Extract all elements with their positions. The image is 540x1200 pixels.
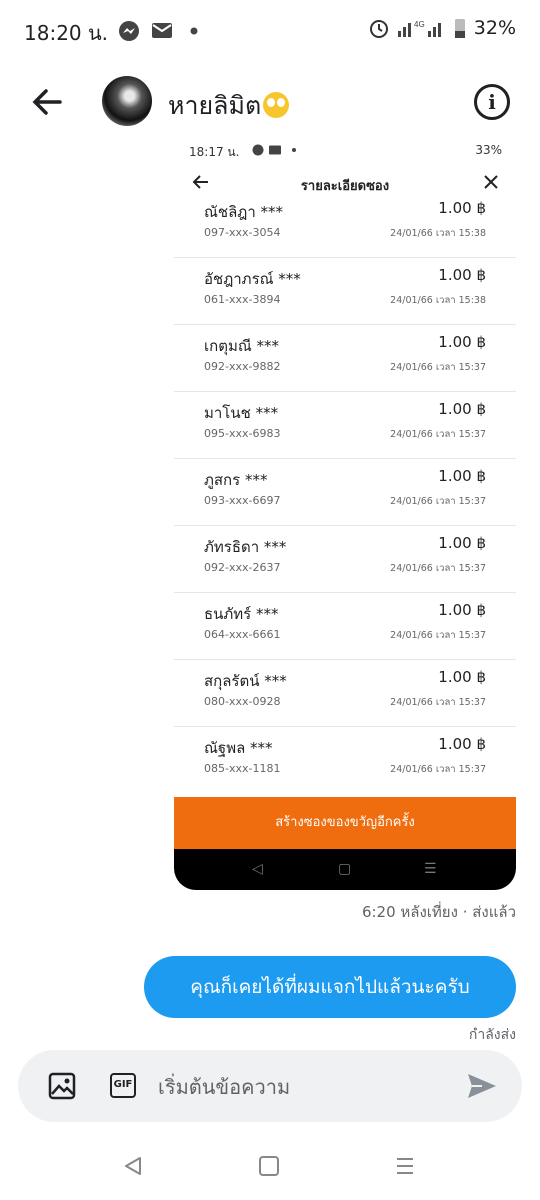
transaction-row: ณัชลิฎา *** 1.00 ฿ 097-xxx-3054 24/01/66… — [174, 197, 516, 258]
tx-phone: 085-xxx-1181 — [204, 762, 281, 775]
alarm-icon — [369, 20, 388, 38]
shot-title: รายละเอียดซอง — [300, 179, 390, 194]
shot-status-time: 18:17 น. — [189, 145, 240, 159]
tx-amount: 1.00 ฿ — [438, 534, 486, 552]
transaction-row: มาโนช *** 1.00 ฿ 095-xxx-6983 24/01/66 เ… — [174, 392, 516, 459]
transaction-row: เกตุมณี *** 1.00 ฿ 092-xxx-9882 24/01/66… — [174, 325, 516, 392]
tx-name: ภูสกร *** — [204, 471, 268, 489]
tx-amount: 1.00 ฿ — [438, 668, 486, 686]
message-timestamp: 6:20 หลังเที่ยง · ส่งแล้ว — [361, 903, 516, 921]
shot-battery: 33% — [475, 143, 502, 157]
tx-phone: 092-xxx-2637 — [204, 561, 281, 574]
emoji-face-icon — [263, 92, 290, 118]
shot-nav-back-icon: ◁ — [252, 861, 263, 877]
transaction-row: ภูสกร *** 1.00 ฿ 093-xxx-6697 24/01/66 เ… — [174, 459, 516, 526]
network-label: 4G — [414, 20, 425, 29]
image-message[interactable]: 18:17 น. 33% รายละเอียดซอง ณัชลิฎา *** 1… — [174, 135, 516, 890]
tx-amount: 1.00 ฿ — [438, 467, 486, 485]
contact-name[interactable]: หายลิมิต — [168, 86, 290, 126]
send-icon[interactable] — [466, 1070, 498, 1102]
tx-phone: 061-xxx-3894 — [204, 293, 281, 306]
messenger-icon — [119, 21, 139, 41]
tx-time: 24/01/66 เวลา 15:37 — [390, 630, 486, 641]
contact-name-text: หายลิมิต — [168, 91, 262, 120]
transaction-row: ธนภัทร์ *** 1.00 ฿ 064-xxx-6661 24/01/66… — [174, 593, 516, 660]
tx-phone: 080-xxx-0928 — [204, 695, 281, 708]
tx-time: 24/01/66 เวลา 15:37 — [390, 697, 486, 708]
tx-amount: 1.00 ฿ — [438, 601, 486, 619]
tx-time: 24/01/66 เวลา 15:38 — [390, 295, 486, 306]
shot-nav-recent-icon: ☰ — [424, 861, 437, 877]
tx-amount: 1.00 ฿ — [438, 333, 486, 351]
battery-icon — [454, 19, 465, 38]
tx-amount: 1.00 ฿ — [438, 266, 486, 284]
status-bar: 18:20 น. 4G 32% — [0, 0, 540, 64]
status-time: 18:20 น. — [24, 21, 109, 45]
tx-time: 24/01/66 เวลา 15:37 — [390, 429, 486, 440]
transaction-row: ณัฐพล *** 1.00 ฿ 085-xxx-1181 24/01/66 เ… — [174, 727, 516, 794]
tx-phone: 095-xxx-6983 — [204, 427, 281, 440]
transaction-row: ภัทรธิดา *** 1.00 ฿ 092-xxx-2637 24/01/6… — [174, 526, 516, 593]
signal-icon: 4G — [397, 20, 441, 37]
tx-time: 24/01/66 เวลา 15:37 — [390, 362, 486, 373]
tx-name: มาโนช *** — [204, 404, 279, 422]
gif-icon[interactable]: GIF — [110, 1073, 136, 1098]
mail-icon — [152, 23, 172, 38]
tx-time: 24/01/66 เวลา 15:37 — [390, 764, 486, 775]
tx-time: 24/01/66 เวลา 15:37 — [390, 496, 486, 507]
shot-header: รายละเอียดซอง — [174, 168, 516, 200]
tx-amount: 1.00 ฿ — [438, 735, 486, 753]
transaction-list: ณัชลิฎา *** 1.00 ฿ 097-xxx-3054 24/01/66… — [174, 197, 516, 797]
info-icon[interactable]: i — [474, 84, 510, 120]
battery-label: 32% — [473, 17, 516, 39]
tx-name: สกุลรัตน์ *** — [204, 672, 287, 690]
create-gift-envelope-button: สร้างซองของขวัญอีกครั้ง — [174, 797, 516, 849]
transaction-row: อัชฎาภรณ์ *** 1.00 ฿ 061-xxx-3894 24/01/… — [174, 258, 516, 325]
shot-status-icons — [252, 144, 296, 156]
tx-time: 24/01/66 เวลา 15:38 — [390, 228, 486, 239]
back-arrow-icon[interactable] — [28, 82, 68, 122]
chat-header: หายลิมิต i — [0, 70, 540, 134]
nav-recent-icon[interactable] — [394, 1155, 416, 1177]
shot-status-bar: 18:17 น. 33% — [174, 135, 516, 167]
tx-name: ธนภัทร์ *** — [204, 605, 279, 623]
tx-time: 24/01/66 เวลา 15:37 — [390, 563, 486, 574]
nav-back-icon[interactable] — [122, 1155, 144, 1177]
tx-name: อัชฎาภรณ์ *** — [204, 270, 301, 288]
status-right: 4G 32% — [368, 17, 516, 39]
shot-nav-home-icon: ▢ — [338, 861, 352, 877]
tx-name: ณัฐพล *** — [204, 739, 273, 757]
tx-phone: 093-xxx-6697 — [204, 494, 281, 507]
shot-nav-bar: ◁ ▢ ☰ — [174, 849, 516, 890]
message-input[interactable] — [158, 1072, 448, 1102]
shot-close-icon — [484, 175, 498, 189]
dot-icon — [190, 27, 198, 35]
tx-name: เกตุมณี *** — [204, 337, 280, 355]
tx-name: ภัทรธิดา *** — [204, 538, 287, 556]
tx-phone: 097-xxx-3054 — [204, 226, 281, 239]
tx-phone: 064-xxx-6661 — [204, 628, 281, 641]
nav-home-icon[interactable] — [259, 1156, 279, 1176]
tx-phone: 092-xxx-9882 — [204, 360, 281, 373]
tx-amount: 1.00 ฿ — [438, 400, 486, 418]
message-composer: GIF — [18, 1050, 522, 1122]
sending-status: กำลังส่ง — [468, 1027, 516, 1040]
sent-message-bubble[interactable]: คุณก็เคยได้ที่ผมแจกไปแล้วนะครับ — [144, 956, 516, 1018]
system-nav-bar — [0, 1135, 540, 1200]
image-icon[interactable] — [48, 1072, 76, 1100]
transaction-row: สกุลรัตน์ *** 1.00 ฿ 080-xxx-0928 24/01/… — [174, 660, 516, 727]
tx-name: ณัชลิฎา *** — [204, 203, 284, 221]
tx-amount: 1.00 ฿ — [438, 199, 486, 217]
avatar[interactable] — [102, 76, 152, 126]
